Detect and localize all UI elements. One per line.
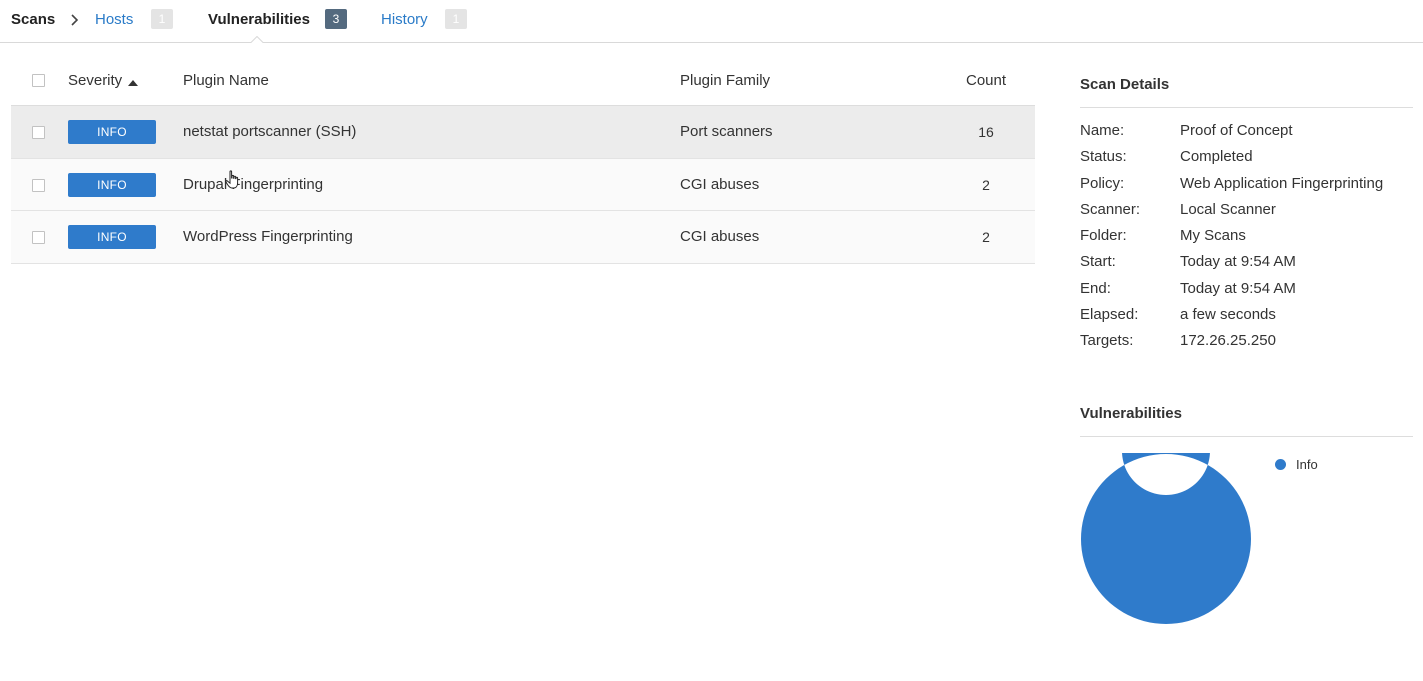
column-header-severity[interactable]: Severity (68, 55, 139, 107)
table-row[interactable]: INFO netstat portscanner (SSH) Port scan… (11, 106, 1035, 159)
detail-label: Name: (1080, 122, 1125, 139)
table-row[interactable]: INFO WordPress Fingerprinting CGI abuses… (11, 211, 1035, 264)
chart-legend-item-info[interactable]: Info (1275, 455, 1318, 475)
detail-value: a few seconds (1180, 306, 1276, 324)
detail-row-policy: Policy: Web Application Fingerprinting (1080, 171, 1413, 197)
plugin-family: CGI abuses (680, 175, 760, 193)
detail-row-folder: Folder: My Scans (1080, 223, 1413, 249)
hand-pointer-icon (225, 170, 239, 189)
detail-value: My Scans (1180, 227, 1246, 245)
plugin-name: Drupal Fingerprinting (183, 175, 324, 193)
row-checkbox[interactable] (32, 231, 45, 244)
vulnerabilities-table: Severity Plugin Name Plugin Family Count… (11, 55, 1035, 264)
severity-badge: INFO (68, 172, 156, 197)
detail-row-scanner: Scanner: Local Scanner (1080, 197, 1413, 223)
detail-row-name: Name: Proof of Concept (1080, 118, 1413, 144)
detail-label: Status: (1080, 148, 1127, 166)
plugin-count: 16 (978, 124, 994, 140)
divider (1080, 107, 1413, 108)
active-tab-pointer (250, 36, 264, 44)
plugin-count: 2 (982, 176, 990, 193)
plugin-family: Port scanners (680, 123, 773, 140)
detail-row-targets: Targets: 172.26.25.250 (1080, 328, 1413, 354)
row-checkbox[interactable] (32, 126, 45, 139)
sort-ascending-icon (128, 56, 139, 107)
detail-label: Policy: (1080, 174, 1125, 192)
plugin-name: netstat portscanner (SSH) (183, 123, 357, 140)
divider (1080, 436, 1413, 437)
hosts-count-badge: 1 (151, 9, 173, 29)
detail-label: Scanner: (1080, 200, 1141, 218)
detail-label: Elapsed: (1080, 306, 1139, 324)
tab-hosts[interactable]: Hosts (95, 0, 133, 42)
detail-value: Proof of Concept (1180, 122, 1293, 139)
detail-value: Local Scanner (1180, 200, 1276, 218)
scan-details-panel: Scan Details Name: Proof of Concept Stat… (1080, 70, 1413, 355)
plugin-count: 2 (982, 229, 990, 245)
detail-row-end: End: Today at 9:54 AM (1080, 276, 1413, 302)
detail-row-elapsed: Elapsed: a few seconds (1080, 302, 1413, 328)
vulnerabilities-count-badge: 3 (325, 9, 347, 29)
detail-value: Web Application Fingerprinting (1180, 174, 1384, 192)
scan-details-list: Name: Proof of Concept Status: Completed… (1080, 118, 1413, 355)
vulnerabilities-donut-chart[interactable] (1080, 453, 1252, 625)
detail-label: Folder: (1080, 227, 1127, 245)
plugin-name: WordPress Fingerprinting (183, 228, 353, 245)
top-navigation: Scans Hosts 1 Vulnerabilities 3 History … (0, 0, 1423, 44)
row-checkbox[interactable] (32, 178, 45, 192)
severity-badge: INFO (68, 120, 156, 144)
detail-label: Start: (1080, 253, 1116, 271)
scan-details-title: Scan Details (1080, 76, 1170, 93)
detail-label: End: (1080, 279, 1111, 297)
table-row[interactable]: INFO Drupal Fingerprinting CGI abuses 2 (11, 158, 1035, 211)
detail-value: Today at 9:54 AM (1180, 279, 1296, 297)
detail-row-start: Start: Today at 9:54 AM (1080, 249, 1413, 275)
severity-badge: INFO (68, 225, 156, 249)
legend-label: Info (1296, 457, 1318, 472)
breadcrumb-scans[interactable]: Scans (11, 0, 55, 42)
detail-value: 172.26.25.250 (1180, 332, 1276, 350)
select-all-checkbox[interactable] (32, 74, 45, 87)
severity-header-label: Severity (68, 72, 123, 89)
detail-value: Today at 9:54 AM (1180, 253, 1296, 271)
column-header-count[interactable]: Count (966, 55, 1006, 106)
detail-label: Targets: (1080, 332, 1134, 350)
vulnerabilities-chart-panel: Vulnerabilities Info (1080, 399, 1413, 624)
tab-history[interactable]: History (381, 0, 428, 42)
table-header: Severity Plugin Name Plugin Family Count (11, 55, 1035, 106)
vulnerabilities-chart-title: Vulnerabilities (1080, 405, 1182, 422)
detail-value: Completed (1180, 148, 1253, 166)
plugin-family: CGI abuses (680, 228, 760, 245)
column-header-plugin-name[interactable]: Plugin Name (183, 55, 269, 106)
legend-color-dot (1275, 459, 1286, 470)
column-header-plugin-family[interactable]: Plugin Family (680, 55, 770, 106)
chevron-right-icon (69, 12, 79, 28)
detail-row-status: Status: Completed (1080, 144, 1413, 170)
history-count-badge: 1 (445, 9, 467, 29)
